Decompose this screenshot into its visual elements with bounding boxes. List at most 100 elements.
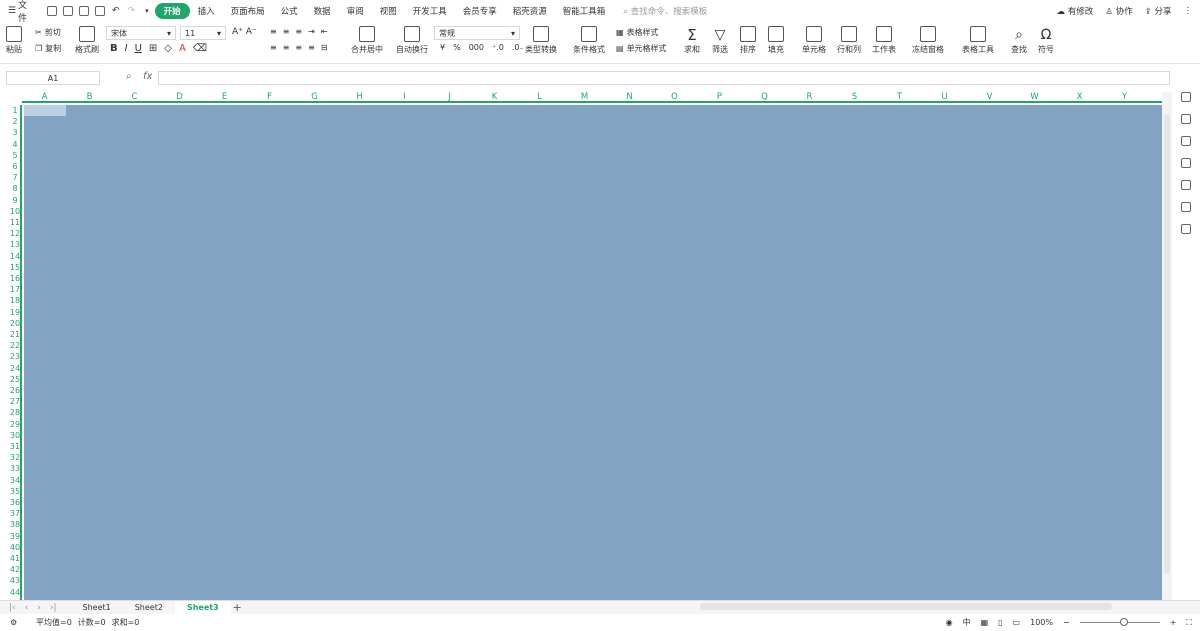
column-header[interactable]: V: [967, 92, 1012, 102]
save-icon[interactable]: [47, 6, 57, 16]
row-header[interactable]: 9: [8, 195, 22, 206]
normal-view-icon[interactable]: ▦: [981, 618, 989, 627]
zoom-level[interactable]: 100%: [1030, 618, 1053, 627]
language-icon[interactable]: 中: [963, 617, 971, 628]
type-convert-button[interactable]: 类型转换: [525, 26, 557, 55]
row-header[interactable]: 40: [8, 542, 22, 553]
row-header[interactable]: 24: [8, 363, 22, 374]
align-center-icon[interactable]: ≡: [283, 43, 290, 52]
fill-button[interactable]: 填充: [768, 26, 784, 55]
menu-tab[interactable]: 插入: [190, 5, 223, 17]
collaborate-button[interactable]: ♙ 协作: [1105, 5, 1132, 17]
location-icon[interactable]: [1181, 202, 1191, 212]
column-header[interactable]: D: [157, 92, 202, 102]
row-header[interactable]: 17: [8, 284, 22, 295]
column-header[interactable]: B: [67, 92, 112, 102]
freeze-panes-button[interactable]: 冻结窗格: [912, 26, 944, 55]
row-header[interactable]: 43: [8, 575, 22, 586]
name-box[interactable]: A1: [6, 71, 100, 85]
share-icon[interactable]: [1181, 180, 1191, 190]
zoom-slider[interactable]: [1079, 618, 1160, 626]
find-button[interactable]: ⌕ 查找: [1011, 26, 1027, 55]
macro-icon[interactable]: ⚙: [10, 618, 17, 627]
column-header[interactable]: M: [562, 92, 607, 102]
thousands-icon[interactable]: 000: [469, 43, 484, 52]
row-header[interactable]: 13: [8, 239, 22, 250]
cell-style-button[interactable]: ▤ 单元格样式: [616, 43, 667, 54]
menu-tab[interactable]: 会员专享: [455, 5, 505, 17]
select-icon[interactable]: [1181, 114, 1191, 124]
row-header[interactable]: 1: [8, 105, 22, 116]
row-header[interactable]: 2: [8, 116, 22, 127]
font-color-icon[interactable]: A: [179, 43, 186, 54]
column-header[interactable]: C: [112, 92, 157, 102]
row-header[interactable]: 35: [8, 486, 22, 497]
row-header[interactable]: 23: [8, 351, 22, 362]
row-header[interactable]: 12: [8, 228, 22, 239]
properties-icon[interactable]: [1181, 136, 1191, 146]
menu-tab[interactable]: 公式: [273, 5, 306, 17]
menu-tab[interactable]: 智能工具箱: [555, 5, 614, 17]
number-format-select[interactable]: 常规 ▾: [434, 26, 520, 40]
column-header[interactable]: S: [832, 92, 877, 102]
row-header[interactable]: 21: [8, 329, 22, 340]
row-header[interactable]: 44: [8, 587, 22, 598]
row-header[interactable]: 41: [8, 553, 22, 564]
column-header[interactable]: J: [427, 92, 472, 102]
outdent-icon[interactable]: ⇤: [321, 27, 328, 36]
fullscreen-icon[interactable]: ⛶: [1186, 618, 1192, 628]
horizontal-scrollbar[interactable]: [700, 603, 1112, 610]
column-header[interactable]: K: [472, 92, 517, 102]
row-header[interactable]: 16: [8, 273, 22, 284]
page-break-view-icon[interactable]: ▯: [998, 618, 1002, 627]
menu-tab[interactable]: 审阅: [339, 5, 372, 17]
row-header[interactable]: 38: [8, 519, 22, 530]
column-header[interactable]: F: [247, 92, 292, 102]
align-middle-icon[interactable]: ≡: [283, 27, 290, 36]
row-header[interactable]: 19: [8, 307, 22, 318]
page-layout-view-icon[interactable]: ▭: [1013, 618, 1021, 627]
font-name-select[interactable]: 宋体 ▾: [106, 26, 176, 40]
menu-tab[interactable]: 开始: [154, 3, 190, 19]
align-bottom-icon[interactable]: ≡: [295, 27, 302, 36]
align-top-icon[interactable]: ≡: [270, 27, 277, 36]
distribute-icon[interactable]: ⊟: [321, 43, 328, 52]
row-header[interactable]: 4: [8, 139, 22, 150]
cut-button[interactable]: ✂ 剪切: [35, 27, 61, 38]
row-header[interactable]: 7: [8, 172, 22, 183]
menu-tab[interactable]: 开发工具: [405, 5, 455, 17]
symbol-button[interactable]: Ω 符号: [1038, 26, 1054, 55]
row-header[interactable]: 36: [8, 497, 22, 508]
row-header[interactable]: 31: [8, 441, 22, 452]
last-sheet-icon[interactable]: ›|: [50, 603, 57, 613]
row-header[interactable]: 18: [8, 295, 22, 306]
vertical-scrollbar[interactable]: [1162, 92, 1172, 600]
filter-button[interactable]: ▽ 筛选: [712, 26, 728, 55]
first-sheet-icon[interactable]: |‹: [9, 603, 16, 613]
fill-color-icon[interactable]: ◇: [164, 43, 172, 54]
format-painter-button[interactable]: 格式刷: [75, 26, 99, 55]
column-header[interactable]: R: [787, 92, 832, 102]
row-header[interactable]: 37: [8, 508, 22, 519]
add-sheet-icon[interactable]: +: [233, 601, 242, 614]
column-header[interactable]: L: [517, 92, 562, 102]
export-pdf-icon[interactable]: [63, 6, 73, 16]
row-header[interactable]: 11: [8, 217, 22, 228]
select-all-corner[interactable]: [8, 92, 22, 103]
help-icon[interactable]: [1181, 224, 1191, 234]
indent-icon[interactable]: ⇥: [308, 27, 315, 36]
column-header[interactable]: O: [652, 92, 697, 102]
bold-button[interactable]: B: [110, 43, 118, 54]
cell-button[interactable]: 单元格: [802, 26, 826, 55]
column-header[interactable]: U: [922, 92, 967, 102]
zoom-formula-icon[interactable]: ⌕: [126, 71, 132, 82]
row-header[interactable]: 10: [8, 206, 22, 217]
share-button[interactable]: ⇪ 分享: [1145, 5, 1172, 17]
row-header[interactable]: 30: [8, 430, 22, 441]
zoom-out-icon[interactable]: −: [1063, 618, 1070, 627]
sum-button[interactable]: Σ 求和: [684, 26, 700, 55]
row-header[interactable]: 14: [8, 251, 22, 262]
row-header[interactable]: 26: [8, 385, 22, 396]
file-menu[interactable]: ☰ 文件: [8, 0, 34, 24]
conditional-format-button[interactable]: 条件格式: [573, 26, 605, 55]
